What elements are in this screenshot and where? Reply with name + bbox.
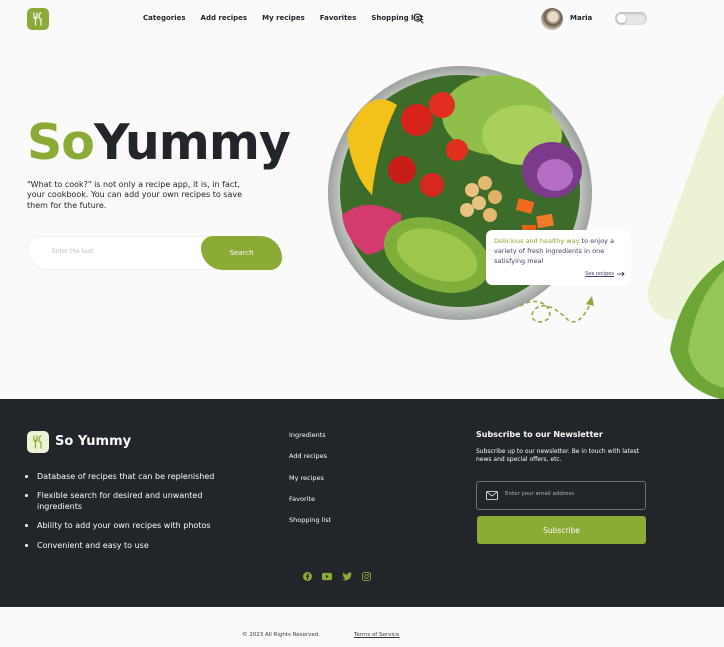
search-button[interactable]: Search <box>201 236 282 270</box>
header: Categories Add recipes My recipes Favori… <box>0 0 724 40</box>
terms-link[interactable]: Terms of Service <box>354 632 399 638</box>
email-field <box>476 481 646 510</box>
feature-item: Convenient and easy to use <box>25 541 247 551</box>
email-input[interactable] <box>505 491 575 497</box>
youtube-icon[interactable] <box>322 572 332 581</box>
nav-categories[interactable]: Categories <box>143 14 186 22</box>
hero-title: SoYummy <box>27 118 291 167</box>
newsletter-title: Subscribe to our Newsletter <box>476 430 603 439</box>
newsletter-description: Subscribe up to our newsletter. Be in to… <box>476 448 640 463</box>
footer-link-add-recipes[interactable]: Add recipes <box>289 452 331 473</box>
feature-list: Database of recipes that can be replenis… <box>25 472 247 560</box>
subscribe-button[interactable]: Subscribe <box>477 516 646 544</box>
footer-logo[interactable] <box>27 431 49 453</box>
footer-link-shopping-list[interactable]: Shopping list <box>289 516 331 537</box>
mail-icon <box>486 491 498 500</box>
footer-link-favorite[interactable]: Favorite <box>289 495 331 516</box>
footer-link-ingredients[interactable]: Ingredients <box>289 431 331 452</box>
nav-my-recipes[interactable]: My recipes <box>262 14 305 22</box>
hero-title-yummy: Yummy <box>93 114 291 171</box>
search-icon[interactable] <box>413 13 424 24</box>
promo-text: Delicious and healthy way to enjoy a var… <box>494 237 623 266</box>
fork-knife-icon <box>33 435 42 449</box>
promo-card: Delicious and healthy way to enjoy a var… <box>486 230 631 285</box>
search-form: Search <box>27 236 282 270</box>
footer-brand: So Yummy <box>55 434 132 449</box>
footer: So Yummy Database of recipes that can be… <box>0 399 724 607</box>
hero-description: "What to cook?" is not only a recipe app… <box>27 180 243 210</box>
toggle-knob <box>617 14 626 23</box>
search-input[interactable] <box>52 248 192 255</box>
theme-toggle[interactable] <box>615 12 647 25</box>
logo-button[interactable] <box>27 8 49 30</box>
social-links <box>303 572 371 581</box>
footer-link-my-recipes[interactable]: My recipes <box>289 474 331 495</box>
feature-item: Flexible search for desired and unwanted… <box>25 491 247 512</box>
lettuce-leaf-image <box>670 260 724 400</box>
see-recipes-label: See recipes <box>585 271 614 277</box>
bottom-bar: © 2023 All Rights Reserved. Terms of Ser… <box>0 607 724 647</box>
copyright-text: © 2023 All Rights Reserved. <box>242 632 321 638</box>
dashed-arrow-icon <box>519 296 594 323</box>
feature-item: Ability to add your own recipes with pho… <box>25 521 247 531</box>
user-name[interactable]: Maria <box>570 14 592 22</box>
footer-nav: Ingredients Add recipes My recipes Favor… <box>289 431 331 537</box>
see-recipes-link[interactable]: See recipes <box>585 271 625 277</box>
nav-add-recipes[interactable]: Add recipes <box>201 14 248 22</box>
promo-highlight: Delicious and healthy way <box>494 237 580 245</box>
twitter-icon[interactable] <box>342 572 352 581</box>
avatar[interactable] <box>541 8 563 30</box>
hero-title-so: So <box>27 114 95 171</box>
nav-favorites[interactable]: Favorites <box>320 14 357 22</box>
feature-item: Database of recipes that can be replenis… <box>25 472 247 482</box>
arrow-right-icon <box>617 271 625 277</box>
fork-knife-icon <box>33 12 42 26</box>
instagram-icon[interactable] <box>362 572 371 581</box>
facebook-icon[interactable] <box>303 572 312 581</box>
main-nav: Categories Add recipes My recipes Favori… <box>143 14 423 22</box>
